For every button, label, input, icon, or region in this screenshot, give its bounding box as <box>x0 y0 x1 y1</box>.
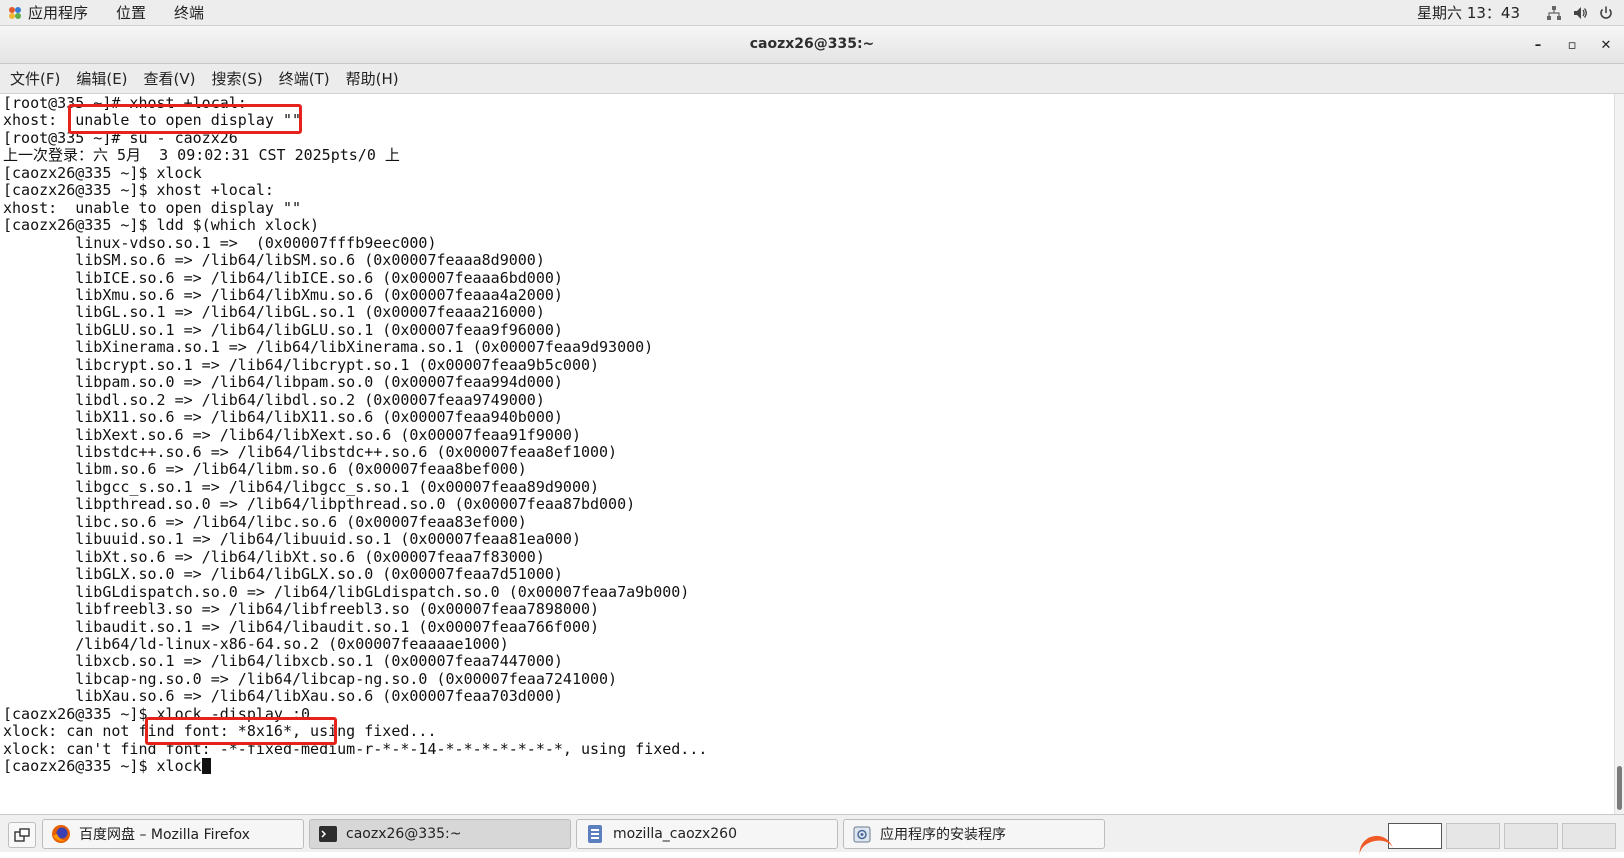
terminal-line: 上一次登录：六 5月 3 09:02:31 CST 2025pts/0 上 <box>3 146 400 165</box>
workspace-3[interactable] <box>1504 823 1558 849</box>
terminal-scrollbar[interactable] <box>1614 94 1624 814</box>
terminal-line: libXt.so.6 => /lib64/libXt.so.6 (0x00007… <box>3 547 545 566</box>
menu-applications[interactable]: 应用程序 <box>28 2 88 23</box>
window-titlebar[interactable]: caozx26@335:~ – ▫ ✕ <box>0 26 1624 64</box>
task-label: mozilla_caozx260 <box>613 826 737 842</box>
menu-places[interactable]: 位置 <box>116 2 146 23</box>
terminal-line: [caozx26@335 ~]$ xhost +local: <box>3 181 274 200</box>
terminal-output[interactable]: [root@335 ~]# xhost +local: xhost: unable… <box>0 94 1614 814</box>
volume-icon[interactable] <box>1572 5 1588 21</box>
window-title: caozx26@335:~ <box>749 36 875 52</box>
task-label: 百度网盘 – Mozilla Firefox <box>79 827 250 843</box>
terminal-line: libX11.so.6 => /lib64/libX11.so.6 (0x000… <box>3 408 563 427</box>
terminal-line: libstdc++.so.6 => /lib64/libstdc++.so.6 … <box>3 443 618 461</box>
terminal-line: xlock: can't find font: -*-fixed-medium-… <box>3 739 708 758</box>
terminal-line: libXinerama.so.1 => /lib64/libXinerama.s… <box>3 338 654 357</box>
minimize-button[interactable]: – <box>1528 35 1548 55</box>
desktop-icon <box>14 828 30 842</box>
top-menu: 应用程序 位置 终端 <box>0 2 232 23</box>
task-firefox[interactable]: 百度网盘 – Mozilla Firefox <box>42 819 304 849</box>
terminal-line: xhost: unable to open display "" <box>3 198 302 217</box>
menu-view[interactable]: 查看(V) <box>142 68 198 89</box>
highlight-box-xhost-error <box>68 104 302 134</box>
terminal-line: /lib64/ld-linux-x86-64.so.2 (0x00007feaa… <box>3 634 509 653</box>
task-terminal[interactable]: caozx26@335:~ <box>309 819 571 849</box>
terminal-line: libpam.so.0 => /lib64/libpam.so.0 (0x000… <box>3 373 563 392</box>
terminal-line: libdl.so.2 => /lib64/libdl.so.2 (0x00007… <box>3 390 545 409</box>
menu-search[interactable]: 搜索(S) <box>210 68 265 89</box>
workspace-4[interactable] <box>1562 823 1616 849</box>
terminal-line: libc.so.6 => /lib64/libc.so.6 (0x00007fe… <box>3 512 527 531</box>
terminal-line: libpthread.so.0 => /lib64/libpthread.so.… <box>3 495 636 514</box>
maximize-button[interactable]: ▫ <box>1562 35 1582 55</box>
terminal-icon <box>318 824 338 844</box>
terminal-line: libGLX.so.0 => /lib64/libGLX.so.0 (0x000… <box>3 565 563 584</box>
menu-terminal-menu[interactable]: 终端(T) <box>277 68 332 89</box>
terminal-line: libxcb.so.1 => /lib64/libxcb.so.1 (0x000… <box>3 652 563 671</box>
menu-file[interactable]: 文件(F) <box>8 68 62 89</box>
terminal-menubar: 文件(F) 编辑(E) 查看(V) 搜索(S) 终端(T) 帮助(H) <box>0 64 1624 94</box>
scrollbar-thumb[interactable] <box>1617 766 1622 810</box>
terminal-line: libcrypt.so.1 => /lib64/libcrypt.so.1 (0… <box>3 355 600 374</box>
terminal-line: libSM.so.6 => /lib64/libSM.so.6 (0x00007… <box>3 251 545 270</box>
task-label: 应用程序的安装程序 <box>880 827 1006 843</box>
menu-edit[interactable]: 编辑(E) <box>74 68 129 89</box>
firefox-icon <box>51 824 71 844</box>
terminal-line: libGLU.so.1 => /lib64/libGLU.so.1 (0x000… <box>3 320 563 339</box>
terminal-line: libgcc_s.so.1 => /lib64/libgcc_s.so.1 (0… <box>3 477 600 496</box>
terminal-line: libICE.so.6 => /lib64/libICE.so.6 (0x000… <box>3 268 563 287</box>
top-panel-right: 星期六 13：43 <box>1417 2 1624 23</box>
workspace-1[interactable] <box>1388 823 1442 849</box>
terminal-line: libaudit.so.1 => /lib64/libaudit.so.1 (0… <box>3 617 600 636</box>
file-manager-icon <box>585 824 605 844</box>
applications-icon <box>8 6 22 20</box>
terminal-line: libGL.so.1 => /lib64/libGL.so.1 (0x00007… <box>3 303 545 322</box>
installer-icon <box>852 824 872 844</box>
terminal-line: libGLdispatch.so.0 => /lib64/libGLdispat… <box>3 582 690 601</box>
show-desktop-button[interactable] <box>8 822 36 848</box>
menu-help[interactable]: 帮助(H) <box>344 68 401 89</box>
task-file-manager[interactable]: mozilla_caozx260 <box>576 819 838 849</box>
terminal-line: libXmu.so.6 => /lib64/libXmu.so.6 (0x000… <box>3 285 563 304</box>
terminal-line: [caozx26@335 ~]$ ldd $(which xlock) <box>3 216 320 235</box>
highlight-box-xlock-display <box>145 717 337 745</box>
power-icon[interactable] <box>1598 5 1614 21</box>
terminal-line: libXau.so.6 => /lib64/libXau.so.6 (0x000… <box>3 687 563 706</box>
top-panel: 应用程序 位置 终端 星期六 13：43 <box>0 0 1624 26</box>
close-button[interactable]: ✕ <box>1596 35 1616 55</box>
task-label: caozx26@335:~ <box>346 826 462 842</box>
menu-terminal[interactable]: 终端 <box>174 2 204 23</box>
terminal-line: libfreebl3.so => /lib64/libfreebl3.so (0… <box>3 600 600 619</box>
terminal-line: linux-vdso.so.1 => (0x00007fffb9eec000) <box>3 233 437 252</box>
workspace-2[interactable] <box>1446 823 1500 849</box>
network-icon[interactable] <box>1546 5 1562 21</box>
terminal-cursor <box>201 758 211 775</box>
task-installer[interactable]: 应用程序的安装程序 <box>843 819 1105 849</box>
terminal-line: [caozx26@335 ~]$ xlock <box>3 757 211 775</box>
clock[interactable]: 星期六 13：43 <box>1417 2 1520 23</box>
terminal-line: [caozx26@335 ~]$ xlock <box>3 163 202 182</box>
terminal-line: libuuid.so.1 => /lib64/libuuid.so.1 (0x0… <box>3 530 581 549</box>
terminal-line: libXext.so.6 => /lib64/libXext.so.6 (0x0… <box>3 425 581 444</box>
terminal-line: libm.so.6 => /lib64/libm.so.6 (0x00007fe… <box>3 460 527 479</box>
terminal-line: libcap-ng.so.0 => /lib64/libcap-ng.so.0 … <box>3 669 618 688</box>
